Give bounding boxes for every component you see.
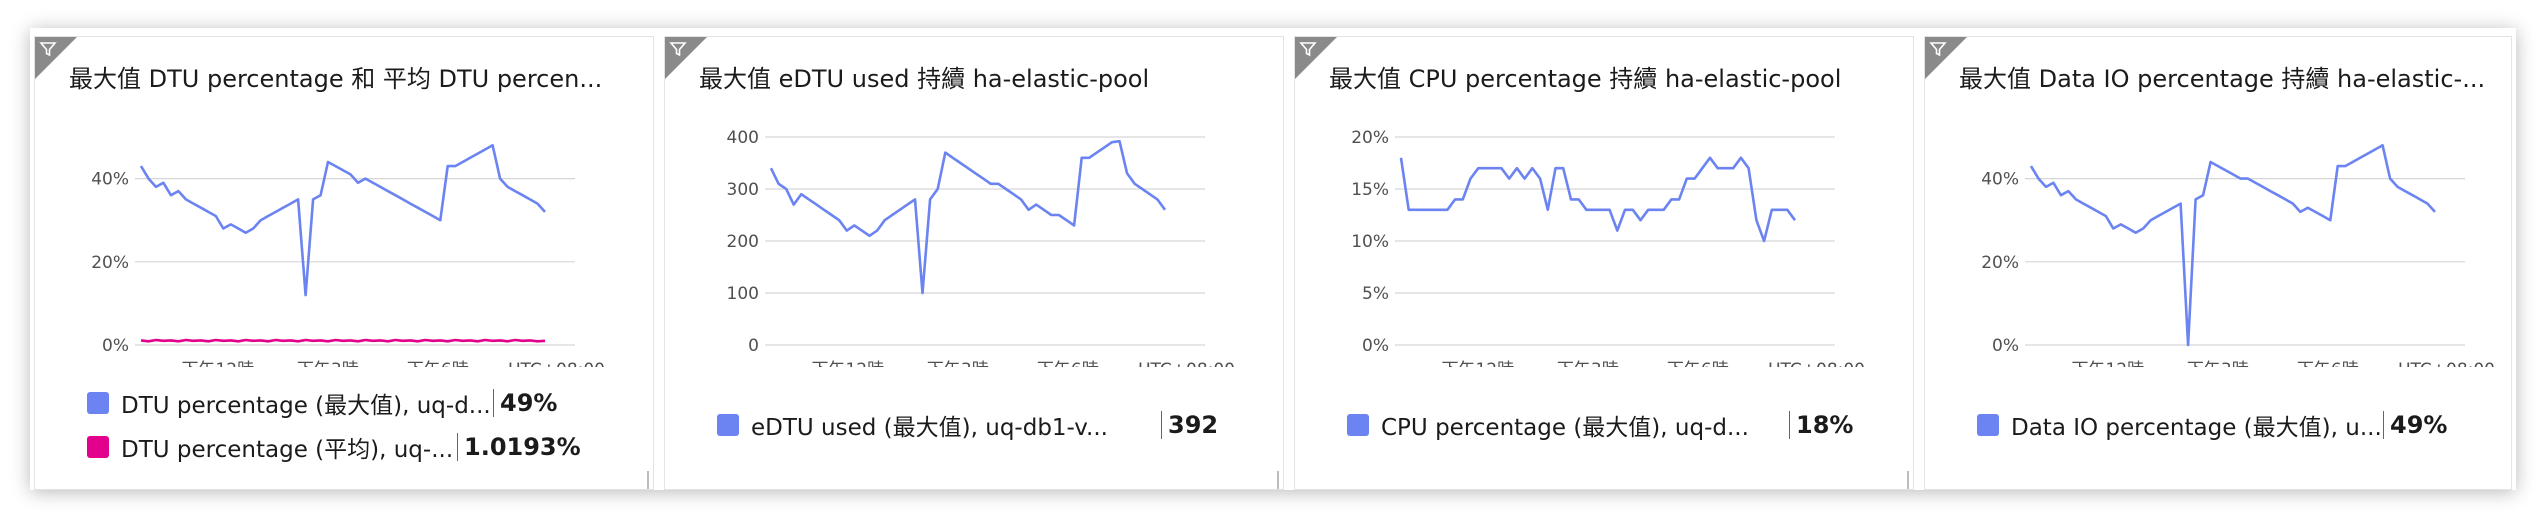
line-chart: 40% 20% 0% 下午12時 下午3時 下午6時 UTC+08:00 — [91, 143, 605, 367]
y-tick-label: 0% — [102, 336, 129, 356]
legend-series-value: 392 — [1161, 411, 1218, 439]
series-line — [139, 143, 546, 297]
legend-series-value: 1.0193% — [457, 433, 581, 461]
timezone-label: UTC+08:00 — [2398, 360, 2495, 367]
filter-icon[interactable] — [1929, 40, 1947, 58]
y-tick-label: 10% — [1351, 232, 1389, 252]
legend-item[interactable]: DTU percentage (最大值), uq-d... 49% — [87, 381, 581, 425]
x-tick-label: 下午6時 — [407, 360, 469, 367]
chart-legend: DTU percentage (最大值), uq-d... 49% DTU pe… — [87, 381, 581, 469]
metric-tile-cpu[interactable]: 最大值 CPU percentage 持續 ha-elastic-pool 20… — [1294, 36, 1914, 490]
legend-series-name: eDTU used (最大值), uq-db1-v... — [751, 415, 1108, 441]
x-tick-label: 下午12時 — [2071, 360, 2144, 367]
x-tick-label: 下午3時 — [2187, 360, 2249, 367]
chart-legend: Data IO percentage (最大值), u... 49% — [1977, 403, 2447, 447]
series-line — [1399, 156, 1797, 243]
y-tick-label: 40% — [91, 170, 129, 190]
legend-series-value: 49% — [2383, 411, 2447, 439]
legend-series-name: CPU percentage (最大值), uq-d... — [1381, 415, 1749, 441]
legend-series-value: 18% — [1789, 411, 1853, 439]
metric-tile-data-io[interactable]: 最大值 Data IO percentage 持續 ha-elastic-...… — [1924, 36, 2512, 490]
timezone-label: UTC+08:00 — [508, 360, 605, 367]
y-tick-label: 20% — [1981, 253, 2019, 273]
tile-title: 最大值 DTU percentage 和 平均 DTU percen... — [69, 65, 603, 93]
y-tick-label: 300 — [727, 180, 759, 200]
y-tick-label: 15% — [1351, 180, 1389, 200]
series-line — [769, 139, 1167, 295]
legend-series-value: 49% — [493, 389, 557, 417]
y-tick-label: 100 — [727, 284, 759, 304]
y-tick-label: 0% — [1362, 336, 1389, 356]
series-color-swatch — [1977, 414, 1999, 436]
filter-icon[interactable] — [669, 40, 687, 58]
y-tick-label: 200 — [727, 232, 759, 252]
y-tick-label: 5% — [1362, 284, 1389, 304]
metric-tile-edtu[interactable]: 最大值 eDTU used 持續 ha-elastic-pool 400 300 2… — [664, 36, 1284, 490]
tile-title: 最大值 Data IO percentage 持續 ha-elastic-... — [1959, 65, 2486, 93]
legend-item[interactable]: Data IO percentage (最大值), u... 49% — [1977, 403, 2447, 447]
y-tick-label: 0 — [748, 336, 759, 356]
y-tick-label: 0% — [1992, 336, 2019, 356]
legend-series-name: DTU percentage (平均), uq-... — [121, 437, 454, 463]
y-tick-label: 20% — [91, 253, 129, 273]
x-tick-label: 下午12時 — [181, 360, 254, 367]
series-color-swatch — [717, 414, 739, 436]
x-tick-label: 下午3時 — [1557, 360, 1619, 367]
resize-handle[interactable] — [1277, 471, 1279, 489]
series-color-swatch — [87, 392, 109, 414]
resize-handle[interactable] — [1907, 471, 1909, 489]
legend-item[interactable]: eDTU used (最大值), uq-db1-v... 392 — [717, 403, 1218, 447]
line-chart: 40% 20% 0% 下午12時 下午3時 下午6時 UTC+08:00 — [1981, 143, 2495, 367]
y-tick-label: 40% — [1981, 170, 2019, 190]
filter-icon[interactable] — [39, 40, 57, 58]
legend-item[interactable]: CPU percentage (最大值), uq-d... 18% — [1347, 403, 1853, 447]
series-line — [2029, 143, 2436, 347]
resize-handle[interactable] — [647, 471, 649, 489]
series-line — [140, 338, 546, 343]
y-tick-label: 400 — [727, 128, 759, 148]
x-tick-label: 下午3時 — [297, 360, 359, 367]
x-tick-label: 下午3時 — [927, 360, 989, 367]
x-tick-label: 下午12時 — [1441, 360, 1514, 367]
chart-legend: eDTU used (最大值), uq-db1-v... 392 — [717, 403, 1218, 447]
filter-icon[interactable] — [1299, 40, 1317, 58]
x-tick-label: 下午6時 — [1667, 360, 1729, 367]
line-chart: 400 300 200 100 0 下午12時 下午3時 下午6時 UTC+08:00 — [727, 128, 1235, 367]
chart-legend: CPU percentage (最大值), uq-d... 18% — [1347, 403, 1853, 447]
legend-series-name: DTU percentage (最大值), uq-d... — [121, 393, 491, 419]
x-tick-label: 下午6時 — [1037, 360, 1099, 367]
x-tick-label: 下午6時 — [2297, 360, 2359, 367]
dashboard-tile-strip: 最大值 DTU percentage 和 平均 DTU percen... 40… — [30, 28, 2516, 490]
timezone-label: UTC+08:00 — [1768, 360, 1865, 367]
metric-tile-dtu[interactable]: 最大值 DTU percentage 和 平均 DTU percen... 40… — [34, 36, 654, 490]
line-chart: 20% 15% 10% 5% 0% 下午12時 下午3時 下午6時 UTC+08:00 — [1351, 128, 1865, 367]
timezone-label: UTC+08:00 — [1138, 360, 1235, 367]
legend-item[interactable]: DTU percentage (平均), uq-... 1.0193% — [87, 425, 581, 469]
legend-series-name: Data IO percentage (最大值), u... — [2011, 415, 2382, 441]
series-color-swatch — [1347, 414, 1369, 436]
y-tick-label: 20% — [1351, 128, 1389, 148]
tile-title: 最大值 eDTU used 持續 ha-elastic-pool — [699, 65, 1150, 93]
series-color-swatch — [87, 436, 109, 458]
x-tick-label: 下午12時 — [811, 360, 884, 367]
tile-title: 最大值 CPU percentage 持續 ha-elastic-pool — [1329, 65, 1842, 93]
